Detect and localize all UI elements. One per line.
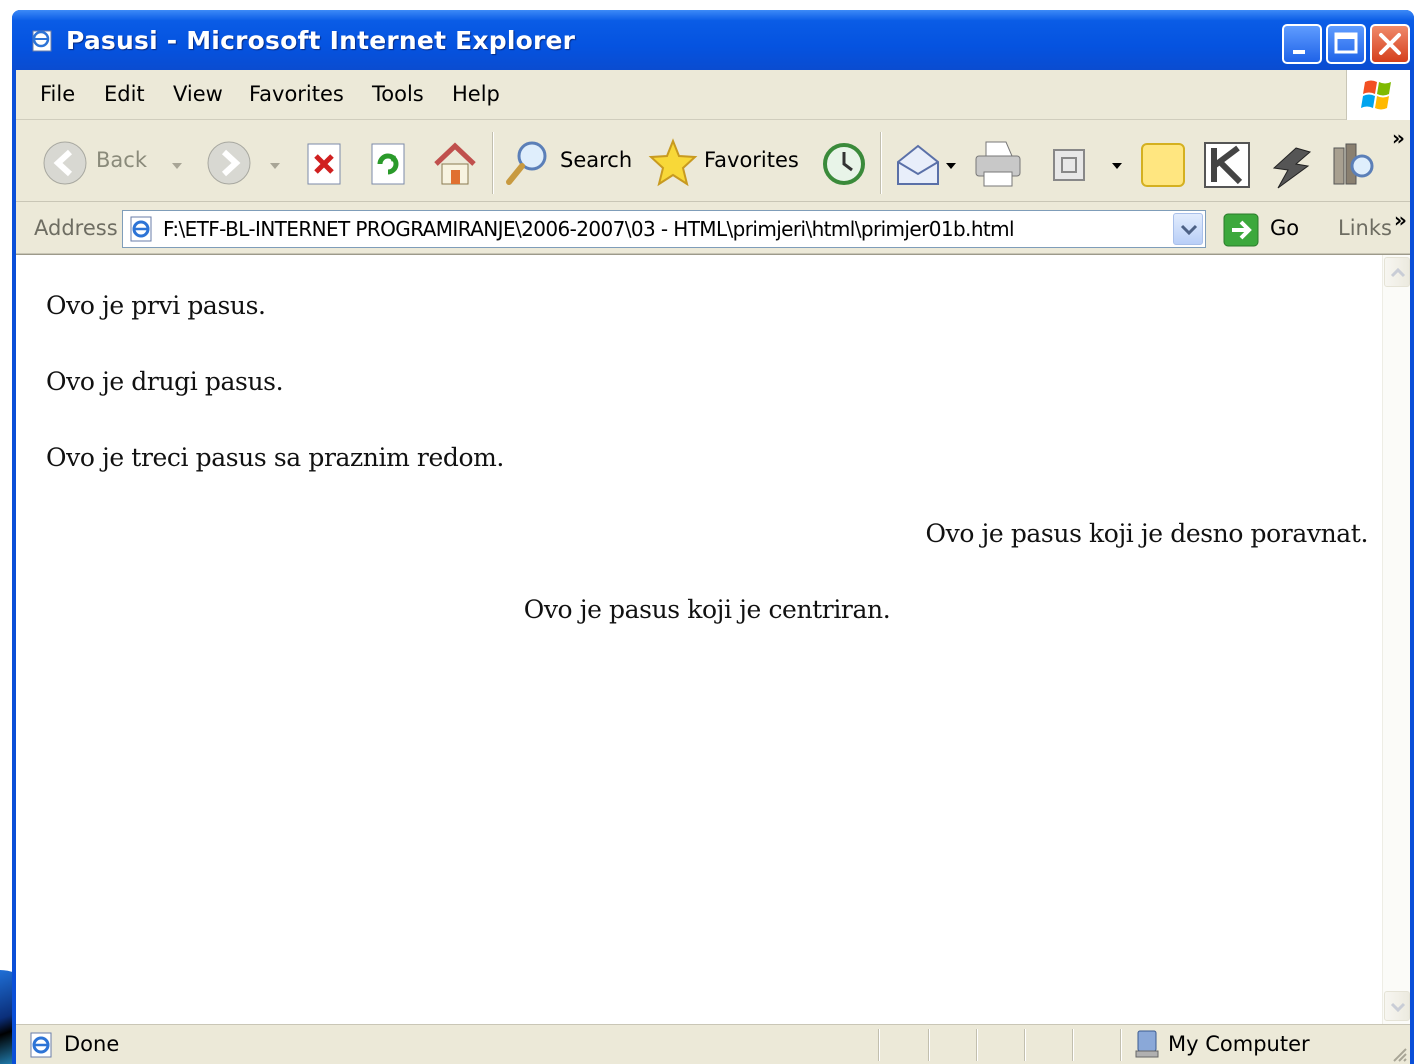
- toolbar-separator: [880, 132, 882, 194]
- my-computer-icon: [1135, 1030, 1159, 1058]
- back-dropdown-icon[interactable]: [172, 163, 182, 169]
- menu-favorites[interactable]: Favorites: [249, 82, 344, 106]
- address-label: Address: [34, 216, 118, 240]
- go-arrow-icon: [1223, 213, 1259, 247]
- go-label: Go: [1270, 216, 1300, 240]
- messenger-icon[interactable]: [1202, 140, 1252, 190]
- address-field[interactable]: [122, 210, 1206, 248]
- menu-help[interactable]: Help: [452, 82, 500, 106]
- back-label: Back: [96, 148, 147, 172]
- address-dropdown-button[interactable]: [1173, 213, 1203, 245]
- close-icon: [1379, 33, 1401, 55]
- security-zone-label: My Computer: [1168, 1032, 1310, 1056]
- search-label: Search: [560, 148, 633, 172]
- back-button[interactable]: Back: [42, 138, 162, 188]
- search-icon: [506, 141, 547, 185]
- scroll-down-button[interactable]: [1384, 991, 1410, 1021]
- home-icon[interactable]: [430, 138, 480, 188]
- mail-dropdown-icon[interactable]: [946, 163, 956, 169]
- status-panel-divider: [1024, 1029, 1026, 1061]
- status-panel-divider: [1120, 1029, 1122, 1061]
- links-overflow-chevron[interactable]: »: [1394, 208, 1407, 232]
- title-bar[interactable]: Pasusi - Microsoft Internet Explorer: [12, 10, 1414, 70]
- close-button[interactable]: [1370, 24, 1410, 64]
- ie-page-icon: [130, 216, 152, 242]
- status-panel-divider: [928, 1029, 930, 1061]
- menu-file[interactable]: File: [40, 82, 75, 106]
- refresh-icon[interactable]: [368, 140, 410, 188]
- status-panel-divider: [976, 1029, 978, 1061]
- favorites-label: Favorites: [704, 148, 799, 172]
- slide-background: [0, 0, 12, 1064]
- web-page: Ovo je prvi pasus. Ovo je drugi pasus. O…: [16, 255, 1382, 1025]
- toolbar-separator: [492, 132, 494, 194]
- status-panel-divider: [878, 1029, 880, 1061]
- favorites-star-icon: [648, 138, 698, 187]
- resize-grip-icon[interactable]: [1390, 1045, 1408, 1063]
- menu-view[interactable]: View: [173, 82, 223, 106]
- page-content-area: Ovo je prvi pasus. Ovo je drugi pasus. O…: [16, 254, 1410, 1025]
- print-icon[interactable]: [972, 138, 1024, 190]
- edit-dropdown-icon[interactable]: [1112, 163, 1122, 169]
- address-input[interactable]: [163, 215, 1163, 243]
- stop-icon[interactable]: [304, 140, 346, 188]
- paragraph-centered: Ovo je pasus koji je centriran.: [523, 595, 891, 624]
- status-bar: Done My Computer: [16, 1024, 1410, 1064]
- edit-icon[interactable]: [1050, 146, 1090, 186]
- status-text: Done: [64, 1032, 120, 1056]
- status-panel-divider: [1072, 1029, 1074, 1061]
- chevron-up-icon: [1390, 267, 1406, 278]
- window-title: Pasusi - Microsoft Internet Explorer: [66, 26, 576, 55]
- maximize-button[interactable]: [1326, 24, 1366, 64]
- page-icon: [32, 30, 52, 52]
- minimize-icon: [1293, 50, 1305, 54]
- paragraph-third: Ovo je treci pasus sa praznim redom.: [46, 443, 504, 472]
- links-button[interactable]: Links: [1338, 216, 1392, 240]
- paragraph-right-aligned: Ovo je pasus koji je desno poravnat.: [925, 519, 1369, 548]
- menu-tools[interactable]: Tools: [372, 82, 424, 106]
- address-bar: Address Go Links »: [16, 202, 1410, 254]
- history-icon[interactable]: [820, 140, 868, 188]
- vertical-scrollbar[interactable]: [1382, 255, 1410, 1025]
- maximize-icon: [1334, 32, 1358, 54]
- minimize-button[interactable]: [1282, 24, 1322, 64]
- scroll-up-button[interactable]: [1384, 257, 1410, 287]
- chevron-down-icon: [1390, 1002, 1406, 1013]
- mail-icon[interactable]: [894, 142, 944, 188]
- discuss-icon[interactable]: [1138, 140, 1188, 190]
- menu-edit[interactable]: Edit: [104, 82, 145, 106]
- page-done-icon: [30, 1032, 52, 1058]
- forward-arrow-icon[interactable]: [206, 140, 252, 186]
- windows-flag-icon: [1361, 80, 1391, 110]
- menu-bar: File Edit View Favorites Tools Help: [16, 70, 1410, 120]
- back-arrow-icon: [43, 141, 87, 185]
- tool-icon[interactable]: [1266, 144, 1316, 190]
- windows-logo: [1346, 70, 1410, 120]
- paragraph-first: Ovo je prvi pasus.: [46, 291, 266, 320]
- paragraph-second: Ovo je drugi pasus.: [46, 367, 284, 396]
- toolbar-overflow-chevron[interactable]: »: [1392, 126, 1405, 150]
- chevron-down-icon: [1180, 224, 1198, 236]
- standard-toolbar: Back Search Favorites »: [16, 120, 1410, 202]
- forward-dropdown-icon[interactable]: [270, 163, 280, 169]
- go-button[interactable]: Go: [1222, 212, 1308, 248]
- search-button[interactable]: Search: [504, 138, 634, 188]
- research-icon[interactable]: [1328, 138, 1378, 190]
- browser-window: Pasusi - Microsoft Internet Explorer Fil…: [12, 10, 1414, 1064]
- favorites-button[interactable]: Favorites: [648, 138, 808, 188]
